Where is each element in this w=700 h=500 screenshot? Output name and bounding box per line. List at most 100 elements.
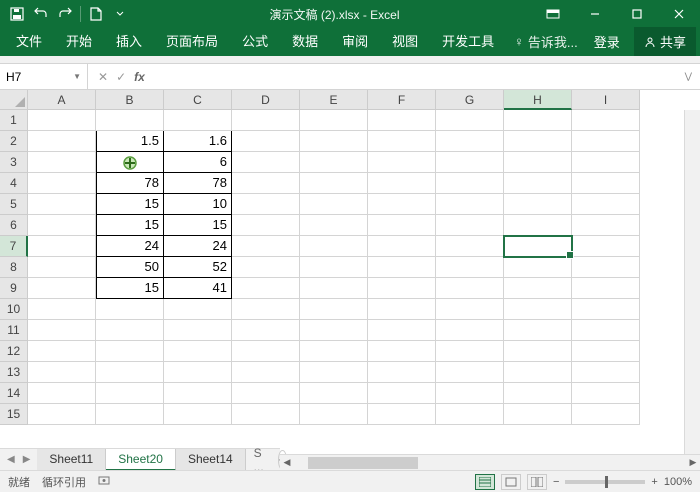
cell[interactable] bbox=[164, 110, 232, 131]
cell[interactable] bbox=[232, 404, 300, 425]
cell[interactable] bbox=[504, 362, 572, 383]
qat-dropdown-icon[interactable] bbox=[109, 3, 131, 25]
column-header[interactable]: F bbox=[368, 90, 436, 110]
cell[interactable] bbox=[572, 131, 640, 152]
cell[interactable] bbox=[436, 278, 504, 299]
cell[interactable] bbox=[504, 278, 572, 299]
cell[interactable] bbox=[300, 173, 368, 194]
cell[interactable]: 50 bbox=[96, 257, 164, 278]
cell[interactable] bbox=[504, 110, 572, 131]
hscroll-thumb[interactable] bbox=[308, 457, 418, 469]
cell[interactable] bbox=[572, 383, 640, 404]
login-button[interactable]: 登录 bbox=[586, 27, 628, 56]
cell[interactable] bbox=[436, 404, 504, 425]
cell[interactable] bbox=[28, 257, 96, 278]
cell[interactable] bbox=[368, 236, 436, 257]
cell[interactable] bbox=[300, 152, 368, 173]
row-header[interactable]: 6 bbox=[0, 215, 28, 236]
tab-home[interactable]: 开始 bbox=[54, 26, 104, 56]
row-header[interactable]: 14 bbox=[0, 383, 28, 404]
cell[interactable] bbox=[572, 341, 640, 362]
cell[interactable] bbox=[436, 362, 504, 383]
row-header[interactable]: 3 bbox=[0, 152, 28, 173]
cell[interactable] bbox=[368, 299, 436, 320]
cell[interactable] bbox=[436, 236, 504, 257]
cell[interactable] bbox=[572, 215, 640, 236]
sheet-tab-overflow[interactable]: S ... bbox=[246, 443, 272, 471]
cell[interactable] bbox=[572, 278, 640, 299]
view-pagelayout-button[interactable] bbox=[501, 474, 521, 490]
cell[interactable] bbox=[28, 131, 96, 152]
new-file-button[interactable] bbox=[85, 3, 107, 25]
macro-record-icon[interactable] bbox=[98, 474, 110, 490]
save-button[interactable] bbox=[6, 3, 28, 25]
zoom-in-button[interactable]: + bbox=[651, 476, 657, 488]
tab-view[interactable]: 视图 bbox=[380, 26, 430, 56]
cell[interactable] bbox=[232, 299, 300, 320]
cell[interactable] bbox=[436, 299, 504, 320]
cell[interactable] bbox=[300, 299, 368, 320]
cell[interactable] bbox=[300, 131, 368, 152]
column-header[interactable]: A bbox=[28, 90, 96, 110]
row-header[interactable]: 15 bbox=[0, 404, 28, 425]
cell[interactable] bbox=[436, 194, 504, 215]
cell[interactable] bbox=[368, 131, 436, 152]
cell[interactable] bbox=[504, 299, 572, 320]
cell[interactable] bbox=[164, 362, 232, 383]
tab-insert[interactable]: 插入 bbox=[104, 26, 154, 56]
horizontal-scrollbar[interactable]: ◀ ▶ bbox=[280, 454, 700, 470]
cell[interactable] bbox=[572, 257, 640, 278]
cell[interactable] bbox=[572, 152, 640, 173]
cell[interactable] bbox=[504, 152, 572, 173]
cell[interactable] bbox=[368, 173, 436, 194]
row-header[interactable]: 7 bbox=[0, 236, 28, 257]
cell[interactable] bbox=[164, 383, 232, 404]
cell[interactable] bbox=[300, 404, 368, 425]
cell[interactable] bbox=[300, 320, 368, 341]
cell[interactable] bbox=[572, 320, 640, 341]
sheet-tab[interactable]: Sheet11 bbox=[37, 449, 106, 471]
cell[interactable] bbox=[28, 341, 96, 362]
cell[interactable] bbox=[232, 215, 300, 236]
vertical-scrollbar[interactable] bbox=[684, 110, 700, 454]
cell[interactable] bbox=[572, 299, 640, 320]
cancel-formula-button[interactable]: ✕ bbox=[98, 70, 108, 84]
cell[interactable] bbox=[504, 320, 572, 341]
zoom-level[interactable]: 100% bbox=[664, 476, 692, 488]
cell[interactable] bbox=[572, 173, 640, 194]
cell[interactable] bbox=[368, 194, 436, 215]
cell[interactable] bbox=[504, 215, 572, 236]
tab-data[interactable]: 数据 bbox=[280, 26, 330, 56]
cell[interactable] bbox=[28, 215, 96, 236]
row-header[interactable]: 13 bbox=[0, 362, 28, 383]
row-header[interactable]: 12 bbox=[0, 341, 28, 362]
cell[interactable] bbox=[232, 110, 300, 131]
redo-button[interactable] bbox=[54, 3, 76, 25]
cell[interactable] bbox=[28, 404, 96, 425]
cell[interactable]: 15 bbox=[164, 215, 232, 236]
cell[interactable]: 41 bbox=[164, 278, 232, 299]
cell[interactable] bbox=[28, 383, 96, 404]
cell[interactable] bbox=[96, 383, 164, 404]
column-header[interactable]: E bbox=[300, 90, 368, 110]
cell[interactable] bbox=[436, 110, 504, 131]
cell[interactable]: 78 bbox=[96, 173, 164, 194]
cell[interactable] bbox=[504, 257, 572, 278]
cell[interactable] bbox=[232, 320, 300, 341]
cell[interactable] bbox=[368, 215, 436, 236]
cell[interactable]: 78 bbox=[164, 173, 232, 194]
name-box-input[interactable] bbox=[6, 70, 66, 84]
tab-formulas[interactable]: 公式 bbox=[230, 26, 280, 56]
row-header[interactable]: 9 bbox=[0, 278, 28, 299]
namebox-dropdown-icon[interactable]: ▼ bbox=[73, 72, 81, 81]
tab-file[interactable]: 文件 bbox=[4, 26, 54, 56]
cell[interactable] bbox=[368, 383, 436, 404]
cell[interactable] bbox=[28, 299, 96, 320]
cell[interactable] bbox=[300, 257, 368, 278]
cell[interactable] bbox=[368, 341, 436, 362]
sheet-tab[interactable]: Sheet14 bbox=[176, 449, 246, 471]
share-button[interactable]: 共享 bbox=[634, 27, 696, 56]
tab-pagelayout[interactable]: 页面布局 bbox=[154, 26, 230, 56]
cell[interactable] bbox=[232, 131, 300, 152]
tell-me[interactable]: ♀告诉我... bbox=[506, 27, 586, 56]
